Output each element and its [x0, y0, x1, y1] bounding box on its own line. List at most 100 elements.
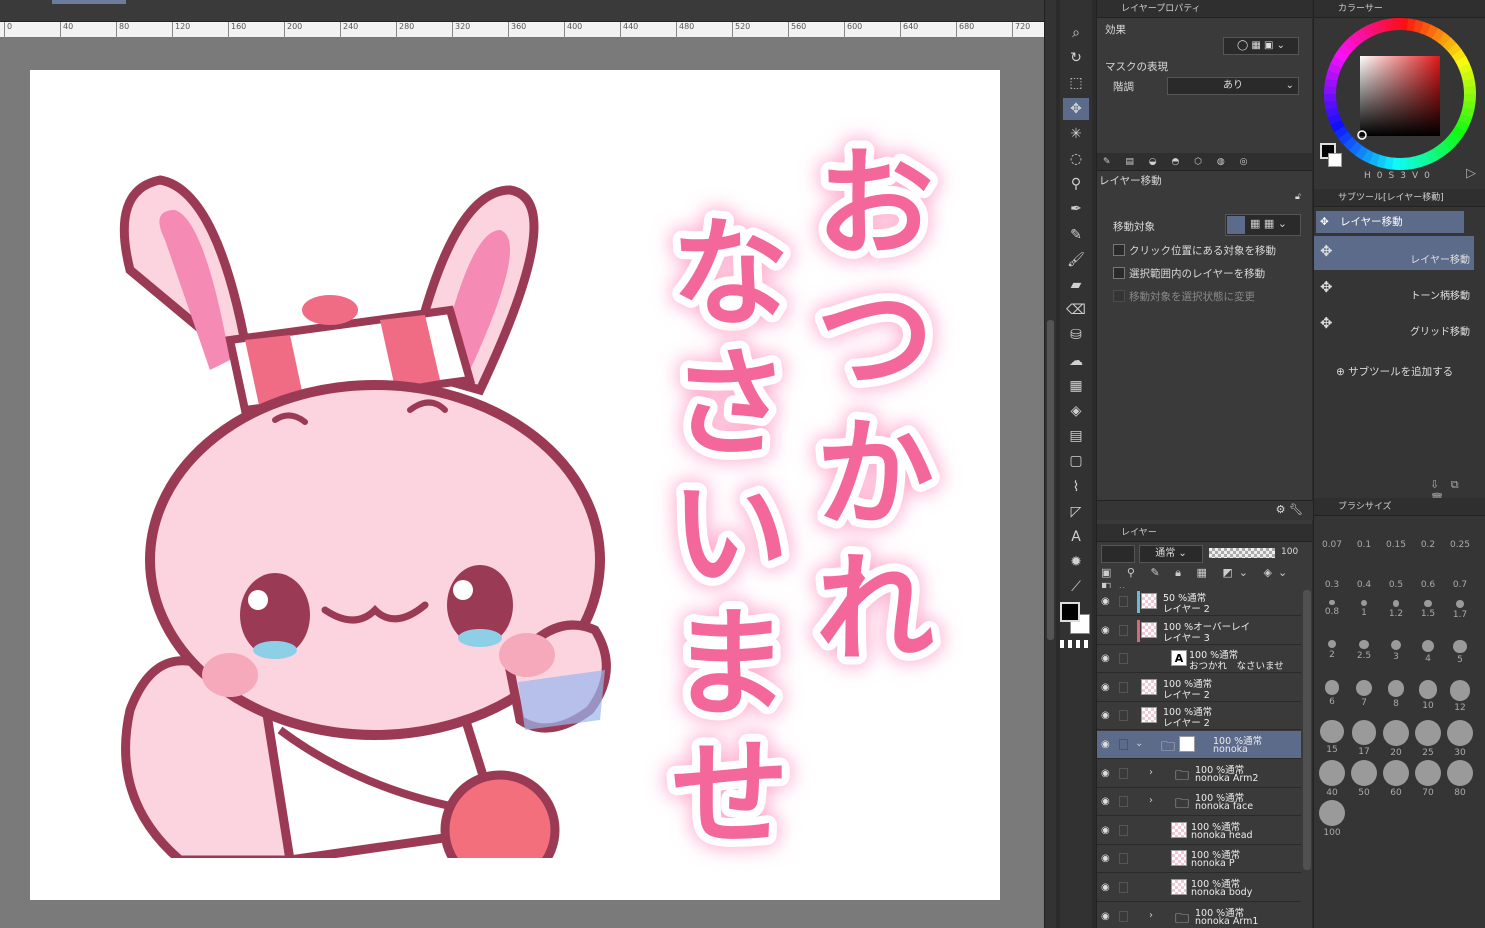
- lasso-icon[interactable]: ◌: [1063, 148, 1089, 170]
- layer-row[interactable]: ◉ 50 %通常 レイヤー 2: [1097, 588, 1301, 616]
- eye-icon[interactable]: ◉: [1101, 739, 1110, 750]
- layer-lock-box[interactable]: [1119, 796, 1128, 808]
- tone-target-icon[interactable]: ▦ ▦ ⌄: [1250, 217, 1287, 230]
- brush-size-preset[interactable]: 12: [1444, 680, 1476, 713]
- brush-size-preset[interactable]: 0.7: [1444, 578, 1476, 590]
- brush-size-preset[interactable]: 2.5: [1348, 640, 1380, 661]
- brush-size-preset[interactable]: 17: [1348, 720, 1380, 757]
- chevron-right-icon[interactable]: ›: [1149, 795, 1153, 806]
- eraser-icon[interactable]: ⌫: [1063, 299, 1089, 321]
- play-icon[interactable]: ▷: [1466, 166, 1476, 181]
- color-chips[interactable]: [1060, 598, 1092, 652]
- effect-icon[interactable]: ✹: [1063, 551, 1089, 573]
- brush-size-preset[interactable]: 5: [1444, 640, 1476, 665]
- layer-row[interactable]: ◉ A 100 %通常 おつかれ なさいませ: [1097, 645, 1301, 674]
- brush-size-preset[interactable]: 0.25: [1444, 538, 1476, 550]
- color-panel-header[interactable]: カラーサー: [1314, 0, 1485, 18]
- effect-buttons[interactable]: ◯ ▦ ▣ ⌄: [1223, 37, 1299, 55]
- rectangle-icon[interactable]: ▢: [1063, 450, 1089, 472]
- airbrush-icon[interactable]: ▰: [1063, 274, 1089, 296]
- layer-lock-box[interactable]: [1119, 653, 1128, 665]
- transparent-color-chip[interactable]: [1060, 640, 1090, 648]
- brush-size-preset[interactable]: 2: [1316, 640, 1348, 660]
- brush-size-preset[interactable]: 0.6: [1412, 578, 1444, 590]
- layer-row[interactable]: ◉ 100 %通常 nonoka body: [1097, 874, 1301, 902]
- zoom-icon[interactable]: ⌕: [1063, 22, 1089, 44]
- eye-icon[interactable]: ◉: [1101, 653, 1110, 664]
- main-color-chip[interactable]: [1060, 602, 1080, 622]
- layer-lock-box[interactable]: [1119, 824, 1128, 836]
- subtool-group-tab[interactable]: ✥ レイヤー移動: [1316, 211, 1464, 233]
- chevron-right-icon[interactable]: ›: [1149, 767, 1153, 778]
- brush-size-preset[interactable]: 40: [1316, 760, 1348, 798]
- brush-size-preset[interactable]: 100: [1316, 800, 1348, 838]
- brush-size-preset[interactable]: 3: [1380, 640, 1412, 662]
- layer-row[interactable]: ◉ › 🗀︎ 100 %通常 nonoka Arm2: [1097, 759, 1301, 788]
- scrollbar-thumb[interactable]: [1047, 320, 1054, 640]
- option-checkbox[interactable]: [1113, 267, 1125, 279]
- layer-lock-box[interactable]: [1119, 882, 1128, 893]
- brush-size-preset[interactable]: 15: [1316, 720, 1348, 755]
- opacity-slider[interactable]: [1209, 548, 1275, 558]
- brush-size-preset[interactable]: 50: [1348, 760, 1380, 798]
- move-target-selector[interactable]: ▦ ▦ ⌄: [1225, 214, 1301, 236]
- gradient-icon[interactable]: ▤: [1063, 425, 1089, 447]
- canvas-tab[interactable]: [52, 0, 126, 4]
- brush-size-preset[interactable]: 0.15: [1380, 538, 1412, 550]
- chevron-down-icon[interactable]: ⌄: [1135, 738, 1143, 749]
- text-icon[interactable]: A: [1063, 526, 1089, 548]
- settings-icon[interactable]: ⚙ 🔧︎: [1276, 503, 1303, 516]
- eye-icon[interactable]: ◉: [1101, 911, 1110, 922]
- canvas-scrollbar[interactable]: [1044, 0, 1056, 928]
- eye-icon[interactable]: ◉: [1101, 596, 1110, 607]
- layer-lock-box[interactable]: [1119, 767, 1128, 779]
- brush-size-preset[interactable]: 1.5: [1412, 600, 1444, 619]
- move-icon[interactable]: ✥: [1063, 97, 1089, 120]
- subtool-panel-header[interactable]: サブツール[レイヤー移動]: [1314, 189, 1485, 207]
- option-checkbox[interactable]: [1113, 244, 1125, 256]
- layer-color-button[interactable]: [1101, 545, 1135, 563]
- layer-lock-box[interactable]: [1119, 624, 1128, 636]
- layer-lock-box[interactable]: [1119, 681, 1128, 693]
- layer-lock-box[interactable]: [1119, 596, 1128, 607]
- brush-size-preset[interactable]: 1.7: [1444, 600, 1476, 620]
- eye-icon[interactable]: ◉: [1101, 710, 1110, 721]
- layer-lock-box[interactable]: [1119, 739, 1128, 750]
- brush-size-preset[interactable]: 60: [1380, 760, 1412, 798]
- brush-size-preset[interactable]: 1.2: [1380, 600, 1412, 619]
- ruler-icon[interactable]: ⌇: [1063, 476, 1089, 498]
- eye-icon[interactable]: ◉: [1101, 682, 1110, 693]
- layer-row[interactable]: ◉ 100 %オーバーレイ レイヤー 3: [1097, 616, 1301, 645]
- brush-size-header[interactable]: ブラシサイズ: [1314, 498, 1485, 516]
- brush-size-preset[interactable]: 20: [1380, 720, 1412, 758]
- brush-size-preset[interactable]: 0.2: [1412, 538, 1444, 550]
- lock-icon[interactable]: 🔓︎: [1295, 192, 1301, 202]
- layer-property-header[interactable]: レイヤープロパティ: [1097, 0, 1312, 18]
- tone-select[interactable]: あり ⌄: [1167, 77, 1299, 95]
- eye-icon[interactable]: ◉: [1101, 768, 1110, 779]
- brush-size-preset[interactable]: 0.5: [1380, 578, 1412, 590]
- brush-size-preset[interactable]: 0.1: [1348, 538, 1380, 550]
- tool-property-tab-icons[interactable]: ✎ ▤ ◒ ◓ ⬡ ◍ ◎: [1103, 157, 1253, 167]
- brush-size-preset[interactable]: 8: [1380, 680, 1412, 709]
- eye-icon[interactable]: ◉: [1101, 882, 1110, 893]
- brush-size-preset[interactable]: 25: [1412, 720, 1444, 758]
- correction-icon[interactable]: ⟋: [1063, 576, 1089, 598]
- pencil-icon[interactable]: ✎: [1063, 224, 1089, 246]
- eye-icon[interactable]: ◉: [1101, 853, 1110, 864]
- layer-row[interactable]: ◉ 100 %通常 レイヤー 2: [1097, 702, 1301, 731]
- add-subtool-button[interactable]: ⊕ サブツールを追加する: [1336, 364, 1453, 379]
- layer-row[interactable]: ◉ › 🗀︎ 100 %通常 nonoka Arm1: [1097, 902, 1301, 928]
- brush-size-preset[interactable]: 4: [1412, 640, 1444, 664]
- layer-row[interactable]: ◉ ⌄ 🗀︎ 100 %通常 nonoka: [1097, 731, 1301, 759]
- layer-toolbar-icons[interactable]: ▣ ⚲ ✎ 🔒︎ ▦ ◩⌄ ◈⌄ ◧⌄: [1101, 566, 1305, 593]
- brush-size-preset[interactable]: 80: [1444, 760, 1476, 798]
- color-sub-chip[interactable]: [1328, 153, 1342, 167]
- layer-lock-box[interactable]: [1119, 910, 1128, 922]
- brush-size-preset[interactable]: 0.3: [1316, 578, 1348, 590]
- rotate-icon[interactable]: ↻: [1063, 47, 1089, 69]
- layer-lock-box[interactable]: [1119, 853, 1128, 865]
- fill-icon[interactable]: ⛁: [1063, 324, 1089, 346]
- brush-size-preset[interactable]: 30: [1444, 720, 1476, 758]
- eye-icon[interactable]: ◉: [1101, 796, 1110, 807]
